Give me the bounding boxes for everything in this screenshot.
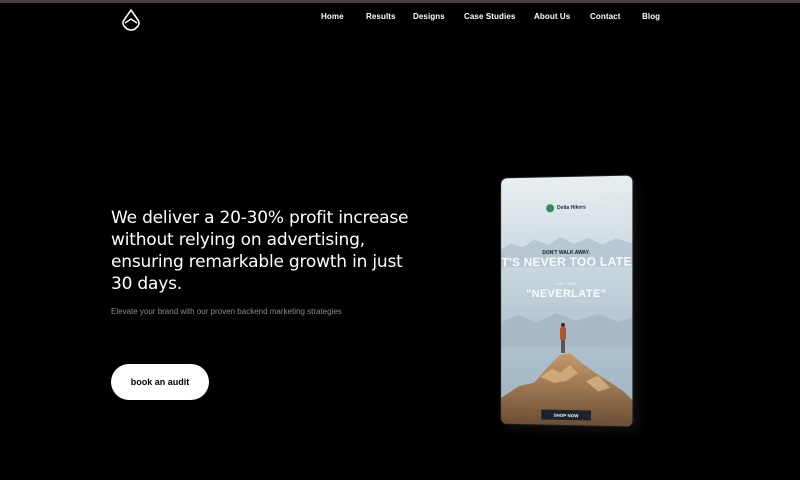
nav-about-us[interactable]: About Us — [534, 12, 570, 21]
logo-icon[interactable] — [121, 8, 141, 32]
book-audit-button[interactable]: book an audit — [111, 364, 209, 400]
brand-dot-icon — [546, 204, 555, 213]
ad-code: "NEVERLATE" — [526, 287, 607, 301]
ad-mockup: Delta Hikers DON'T WALK AWAY. IT'S NEVER… — [501, 175, 633, 427]
hero-subtitle: Elevate your brand with our proven backe… — [111, 307, 342, 316]
hero-title: We deliver a 20-30% profit increase with… — [111, 208, 409, 294]
ad-background-image — [501, 175, 633, 427]
nav-contact[interactable]: Contact — [590, 12, 620, 21]
nav-blog[interactable]: Blog — [642, 12, 660, 21]
nav-case-studies[interactable]: Case Studies — [464, 12, 515, 21]
landing-page: Home Results Designs Case Studies About … — [0, 0, 800, 480]
top-border — [0, 0, 800, 3]
nav-designs[interactable]: Designs — [413, 12, 445, 21]
ad-headline: IT'S NEVER TOO LATE. — [501, 254, 633, 270]
nav-home[interactable]: Home — [321, 12, 344, 21]
ad-small-text: USE CODE — [555, 280, 577, 287]
nav-results[interactable]: Results — [366, 12, 396, 21]
shop-now-button[interactable]: SHOP NOW — [541, 409, 591, 421]
